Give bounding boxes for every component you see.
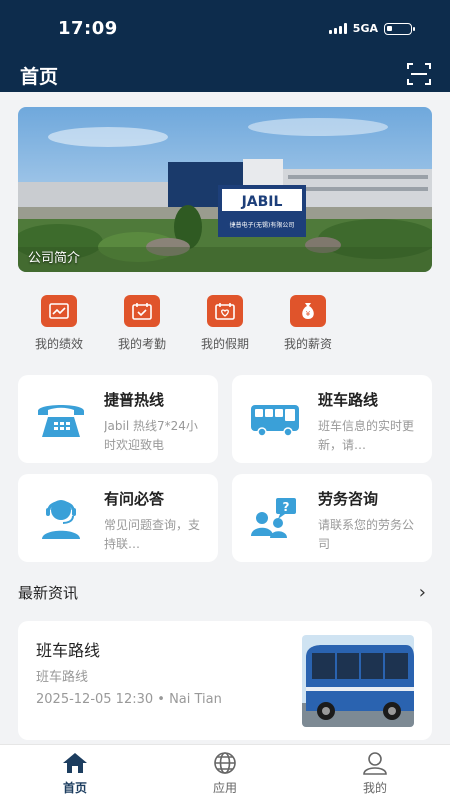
quick-entry-attendance[interactable]: 我的考勤	[100, 295, 184, 352]
card-title: 有问必答	[104, 490, 165, 508]
company-banner[interactable]: JABIL 捷普电子(无锡)有限公司 公司简介	[18, 107, 432, 272]
news-section-title: 最新资讯	[18, 584, 79, 602]
user-icon	[363, 752, 387, 775]
card-desc: 班车信息的实时更新，请…	[318, 419, 415, 452]
nav-label: 应用	[212, 781, 237, 795]
card-desc: Jabil 热线7*24小时欢迎致电	[104, 419, 198, 452]
card-title: 劳务咨询	[318, 490, 379, 508]
status-time: 17:09	[58, 18, 118, 39]
svg-text:?: ?	[283, 500, 290, 514]
quick-entries: 我的绩效 我的考勤 我的假期 ¥ 我的薪资	[0, 295, 450, 355]
card-desc: 请联系您的劳务公司	[318, 518, 415, 551]
performance-icon	[41, 295, 77, 327]
news-item-title: 班车路线	[36, 641, 101, 660]
card-desc: 常见问题查询，支持联…	[104, 518, 201, 551]
sign-subtext: 捷普电子(无锡)有限公司	[230, 221, 295, 229]
chevron-right-icon[interactable]: ›	[419, 582, 426, 603]
nav-apps[interactable]: 应用	[180, 751, 270, 796]
quick-entry-label: 我的绩效	[34, 337, 83, 351]
quick-entry-label: 我的考勤	[117, 337, 166, 351]
consult-icon: ?	[251, 498, 296, 538]
nav-home[interactable]: 首页	[30, 751, 120, 796]
signal-icon	[328, 23, 347, 34]
card-faq[interactable]: 有问必答 常见问题查询，支持联…	[18, 474, 218, 562]
news-item-thumbnail	[302, 635, 414, 727]
card-bus-route[interactable]: 班车路线 班车信息的实时更新，请…	[232, 375, 432, 463]
card-title: 捷普热线	[104, 391, 165, 409]
banner-caption: 公司简介	[28, 251, 81, 266]
svg-text:¥: ¥	[306, 310, 311, 318]
vacation-icon	[207, 295, 243, 327]
customer-service-icon	[42, 500, 80, 539]
quick-entry-performance[interactable]: 我的绩效	[17, 295, 101, 352]
quick-entry-label: 我的薪资	[283, 337, 332, 351]
page-title: 首页	[20, 66, 59, 88]
scan-icon[interactable]	[406, 62, 432, 86]
news-item-subtitle: 班车路线	[36, 670, 89, 685]
card-title: 班车路线	[318, 391, 379, 409]
top-bar: 17:09 5GA 首页	[0, 0, 450, 92]
quick-entry-vacation[interactable]: 我的假期	[183, 295, 267, 352]
card-labor-consult[interactable]: ? 劳务咨询 请联系您的劳务公司	[232, 474, 432, 562]
nav-label: 我的	[362, 781, 387, 795]
banner-image: JABIL 捷普电子(无锡)有限公司	[18, 107, 432, 272]
nav-label: 首页	[62, 781, 87, 795]
attendance-icon	[124, 295, 160, 327]
card-hotline[interactable]: 捷普热线 Jabil 热线7*24小时欢迎致电	[18, 375, 218, 463]
nav-profile[interactable]: 我的	[330, 751, 420, 796]
network-type: 5GA	[352, 22, 378, 35]
quick-entry-salary[interactable]: ¥ 我的薪资	[266, 295, 350, 352]
salary-icon: ¥	[290, 295, 326, 327]
sign-text: JABIL	[241, 194, 283, 210]
telephone-icon	[38, 405, 84, 437]
news-item-meta: 2025-12-05 12:30 • Nai Tian	[36, 692, 222, 707]
home-icon	[63, 753, 87, 773]
news-item[interactable]: 班车路线 班车路线 2025-12-05 12:30 • Nai Tian	[18, 621, 432, 740]
quick-entry-label: 我的假期	[200, 337, 249, 351]
bus-icon	[251, 405, 299, 437]
status-indicators: 5GA	[328, 22, 415, 35]
battery-icon	[384, 22, 415, 35]
bottom-navigation: 首页 应用 我的	[0, 744, 450, 800]
news-header: 最新资讯 ›	[18, 582, 430, 604]
globe-icon	[214, 752, 236, 774]
